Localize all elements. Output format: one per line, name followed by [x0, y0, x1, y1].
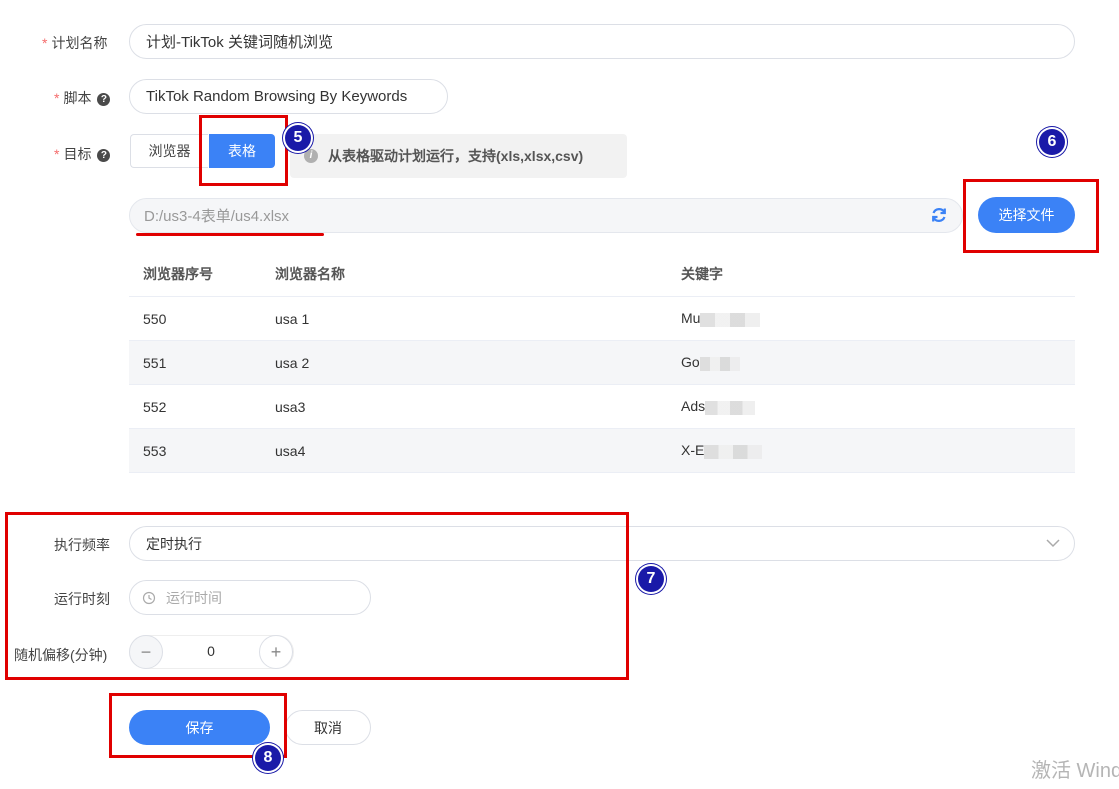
step-badge-5: 5 — [285, 125, 311, 151]
script-label-text: 脚本 — [63, 90, 92, 106]
cell-keyword: X-E — [681, 428, 1075, 473]
table-row[interactable]: 552 usa3 Ads — [129, 384, 1075, 429]
cancel-button[interactable]: 取消 — [285, 710, 371, 745]
table-header-row: 浏览器序号 浏览器名称 关键字 — [129, 252, 1075, 297]
cell-name: usa 2 — [275, 340, 681, 385]
step-badge-8: 8 — [255, 745, 281, 771]
cancel-label: 取消 — [314, 719, 342, 736]
target-option-browser-label: 浏览器 — [148, 143, 191, 159]
data-table: 浏览器序号 浏览器名称 关键字 550 usa 1 Mu 551 usa 2 G… — [129, 252, 1075, 473]
cell-keyword: Go — [681, 340, 1075, 385]
annotation-box-choose-file — [963, 179, 1099, 253]
file-path-underline-annotation — [136, 233, 324, 236]
cell-name: usa 1 — [275, 296, 681, 341]
target-label: * 目标? — [54, 144, 111, 164]
table-row[interactable]: 551 usa 2 Go — [129, 340, 1075, 385]
script-value: TikTok Random Browsing By Keywords — [146, 88, 408, 105]
redacted-text — [705, 400, 756, 415]
activation-watermark: 激活 Wind — [1031, 760, 1119, 782]
cell-keyword-text: Ads — [681, 398, 706, 415]
cell-id: 552 — [129, 384, 275, 429]
required-mark: * — [54, 90, 60, 106]
column-header-name: 浏览器名称 — [275, 252, 681, 297]
script-label: * 脚本? — [54, 88, 111, 108]
plan-name-label: * 计划名称 — [42, 33, 107, 53]
required-mark: * — [54, 146, 60, 162]
annotation-box-schedule — [5, 512, 629, 680]
cell-keyword-text: Go — [681, 354, 700, 371]
target-hint-text: 从表格驱动计划运行，支持(xls,xlsx,csv) — [328, 148, 584, 164]
cell-name: usa3 — [275, 384, 681, 429]
cell-id: 550 — [129, 296, 275, 341]
redacted-text — [699, 356, 740, 371]
table-row[interactable]: 550 usa 1 Mu — [129, 296, 1075, 341]
file-path-input[interactable]: D:/us3-4表单/us4.xlsx — [129, 198, 963, 233]
column-header-keyword: 关键字 — [681, 252, 1075, 297]
table-row[interactable]: 553 usa4 X-E — [129, 428, 1075, 473]
help-icon[interactable]: ? — [97, 93, 111, 106]
plan-name-input[interactable]: 计划-TikTok 关键词随机浏览 — [129, 24, 1075, 59]
required-mark: * — [42, 35, 48, 51]
cell-keyword: Ads — [681, 384, 1075, 429]
target-option-browser[interactable]: 浏览器 — [130, 134, 208, 168]
file-path-value: D:/us3-4表单/us4.xlsx — [144, 208, 290, 225]
column-header-id: 浏览器序号 — [129, 252, 275, 297]
info-icon: i — [304, 149, 318, 163]
cell-name: usa4 — [275, 428, 681, 473]
redacted-text — [704, 444, 763, 459]
cell-keyword: Mu — [681, 296, 1075, 341]
redacted-text — [700, 312, 761, 327]
target-hint: i 从表格驱动计划运行，支持(xls,xlsx,csv) — [290, 134, 627, 178]
cell-id: 551 — [129, 340, 275, 385]
refresh-icon[interactable] — [929, 205, 949, 225]
annotation-box-table-option — [199, 115, 288, 186]
step-badge-7: 7 — [638, 566, 664, 592]
chevron-down-icon[interactable] — [1046, 538, 1060, 548]
step-badge-6: 6 — [1039, 129, 1065, 155]
script-select[interactable]: TikTok Random Browsing By Keywords — [129, 79, 448, 114]
cell-keyword-text: Mu — [681, 310, 701, 327]
cell-id: 553 — [129, 428, 275, 473]
plan-name-value: 计划-TikTok 关键词随机浏览 — [146, 34, 333, 51]
plan-name-label-text: 计划名称 — [51, 35, 108, 51]
target-label-text: 目标 — [63, 146, 92, 162]
help-icon[interactable]: ? — [97, 149, 111, 162]
cell-keyword-text: X-E — [681, 442, 705, 459]
